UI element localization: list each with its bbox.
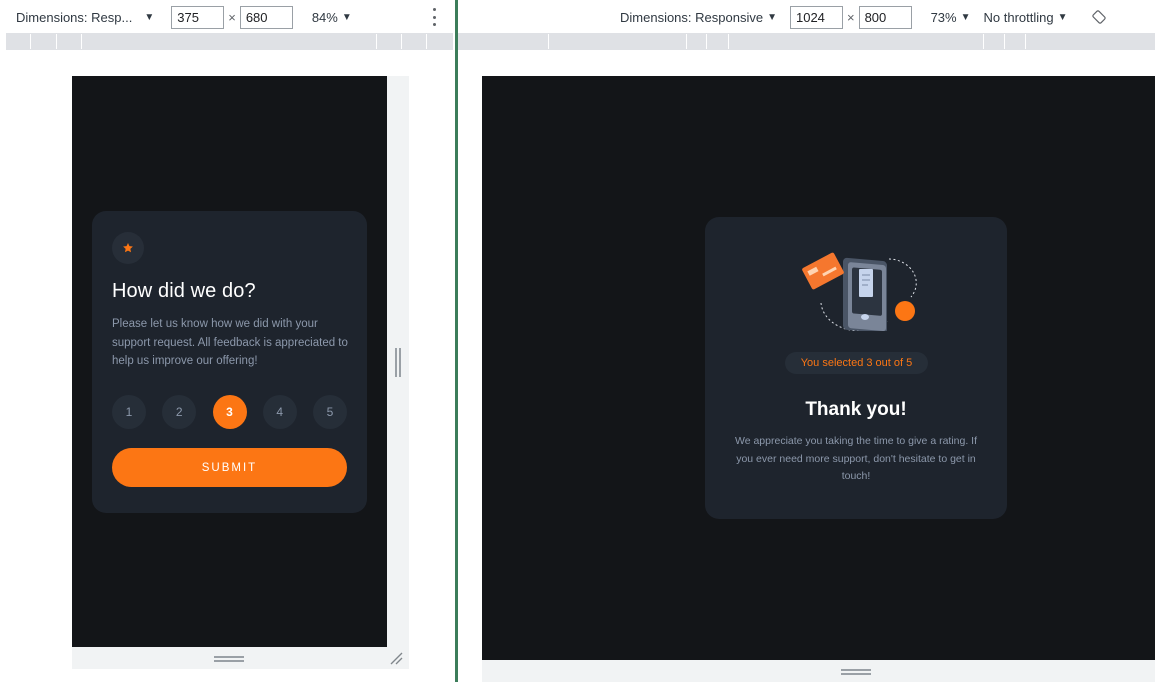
rating-options: 1 2 3 4 5	[112, 395, 347, 429]
rating-button-3[interactable]: 3	[212, 395, 247, 429]
zoom-dropdown[interactable]: 84% ▼	[312, 10, 352, 25]
left-device-pane: Dimensions: Resp... ▼ × 84% ▼	[0, 0, 456, 682]
rotate-icon[interactable]	[1091, 10, 1106, 24]
media-query-ruler[interactable]	[458, 33, 1155, 50]
viewport-bottom-gutter	[482, 660, 1155, 682]
dropdown-arrow-icon: ▼	[341, 11, 352, 23]
rating-button-2[interactable]: 2	[162, 395, 197, 429]
rating-description: Please let us know how we did with your …	[112, 318, 348, 367]
rating-button-4[interactable]: 4	[262, 395, 297, 429]
dimensions-label: Dimensions: Resp...	[16, 9, 133, 25]
right-device-toolbar: Dimensions: Responsive ▼ × 73% ▼ No thro…	[620, 3, 1150, 31]
zoom-dropdown[interactable]: 73% ▼	[931, 10, 971, 25]
media-query-ruler[interactable]	[6, 33, 453, 50]
width-input[interactable]	[171, 5, 225, 29]
zoom-label: 73%	[930, 9, 957, 25]
dropdown-arrow-icon: ▼	[960, 11, 971, 23]
dimensions-label: Dimensions: Responsive	[620, 9, 764, 25]
dimensions-dropdown[interactable]: Dimensions: Resp... ▼	[16, 10, 154, 25]
rating-button-1[interactable]: 1	[112, 395, 146, 429]
thank-you-title: Thank you!	[805, 399, 907, 420]
resize-handle-bottom[interactable]	[214, 656, 244, 662]
rating-button-5[interactable]: 5	[313, 395, 347, 429]
payment-phone-illustration	[791, 245, 921, 334]
submit-button[interactable]: SUBMIT	[112, 448, 347, 487]
throttling-label: No throttling	[983, 9, 1054, 25]
throttling-dropdown[interactable]: No throttling ▼	[984, 10, 1068, 25]
dimensions-dropdown[interactable]: Dimensions: Responsive ▼	[620, 10, 777, 25]
left-device-toolbar: Dimensions: Resp... ▼ × 84% ▼	[16, 3, 446, 31]
zoom-label: 84%	[311, 9, 338, 25]
dropdown-arrow-icon: ▼	[144, 11, 155, 23]
thank-you-card: You selected 3 out of 5 Thank you! We ap…	[705, 217, 1007, 519]
thank-you-description: We appreciate you taking the time to giv…	[734, 435, 978, 482]
rating-title: How did we do?	[112, 280, 256, 302]
star-icon	[112, 232, 144, 264]
resize-corner-icon[interactable]	[389, 651, 405, 665]
dropdown-arrow-icon: ▼	[1057, 11, 1068, 23]
selected-rating-badge: You selected 3 out of 5	[785, 352, 928, 374]
times-sign: ×	[228, 9, 236, 25]
times-sign: ×	[846, 9, 855, 25]
resize-handle-bottom[interactable]	[841, 669, 871, 675]
resize-handle-right[interactable]	[395, 348, 401, 377]
height-input[interactable]	[858, 5, 912, 29]
right-device-pane: Dimensions: Responsive ▼ × 73% ▼ No thro…	[458, 0, 1155, 682]
width-input[interactable]	[789, 5, 843, 29]
height-input[interactable]	[239, 5, 293, 29]
rating-card: How did we do? Please let us know how we…	[92, 211, 367, 513]
dropdown-arrow-icon: ▼	[767, 11, 777, 23]
kebab-menu-icon[interactable]	[428, 8, 440, 26]
